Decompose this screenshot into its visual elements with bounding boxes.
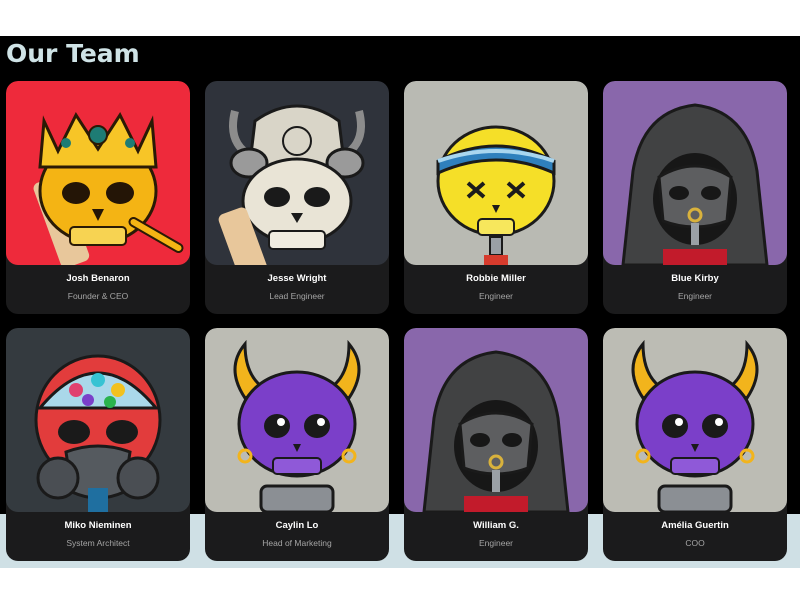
team-member-card[interactable]: Josh Benaron Founder & CEO: [6, 81, 190, 314]
hooded-reaper-avatar: [404, 328, 588, 512]
gold-skull-avatar: [6, 81, 190, 265]
member-role: Engineer: [478, 538, 514, 548]
member-role: System Architect: [66, 538, 130, 548]
member-role: COO: [685, 538, 705, 548]
member-name: Jesse Wright: [267, 273, 327, 284]
member-name: Josh Benaron: [66, 273, 130, 284]
team-member-card[interactable]: Amélia Guertin COO: [603, 328, 787, 561]
purple-demon-avatar: [205, 328, 389, 512]
team-member-card[interactable]: Blue Kirby Engineer: [603, 81, 787, 314]
member-name: Amélia Guertin: [661, 520, 729, 531]
member-role: Head of Marketing: [262, 538, 332, 548]
yellow-skull-avatar: [404, 81, 588, 265]
horned-skull-avatar: [205, 81, 389, 265]
member-name: William G.: [473, 520, 519, 531]
member-name: Blue Kirby: [671, 273, 719, 284]
hooded-reaper-avatar: [603, 81, 787, 265]
member-role: Founder & CEO: [67, 291, 129, 301]
gas-mask-avatar: [6, 328, 190, 512]
team-member-card[interactable]: William G. Engineer: [404, 328, 588, 561]
member-role: Engineer: [478, 291, 514, 301]
member-name: Robbie Miller: [466, 273, 526, 284]
team-member-card[interactable]: Jesse Wright Lead Engineer: [205, 81, 389, 314]
purple-demon-avatar: [603, 328, 787, 512]
team-member-card[interactable]: Caylin Lo Head of Marketing: [205, 328, 389, 561]
member-role: Lead Engineer: [269, 291, 325, 301]
team-member-card[interactable]: Miko Nieminen System Architect: [6, 328, 190, 561]
member-name: Miko Nieminen: [64, 520, 132, 531]
member-name: Caylin Lo: [275, 520, 319, 531]
team-member-card[interactable]: Robbie Miller Engineer: [404, 81, 588, 314]
member-role: Engineer: [677, 291, 713, 301]
page-title: Our Team: [6, 39, 140, 68]
